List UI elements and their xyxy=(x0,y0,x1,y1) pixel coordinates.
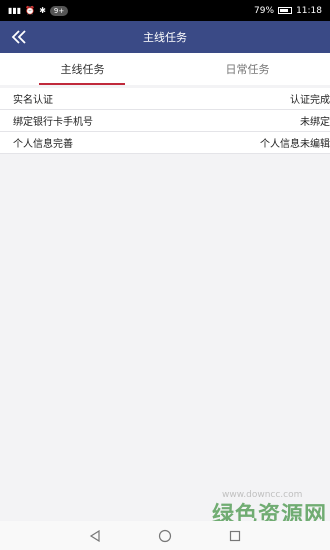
signal-icon: ▮▮▮ xyxy=(8,5,22,15)
square-recents-icon xyxy=(229,530,241,541)
status-right: 79% 11:18 xyxy=(254,6,322,16)
tab-daily-tasks[interactable]: 日常任务 xyxy=(165,53,330,85)
tab-main-tasks[interactable]: 主线任务 xyxy=(0,53,165,85)
task-name: 绑定银行卡手机号 xyxy=(13,117,93,128)
task-list: 实名认证 认证完成 绑定银行卡手机号 未绑定 个人信息完善 个人信息未编辑 xyxy=(0,88,330,154)
status-time: 11:18 xyxy=(296,5,322,16)
battery-percent: 79% xyxy=(254,5,275,16)
nav-back-button[interactable] xyxy=(86,527,104,545)
notification-badge: 9+ xyxy=(49,5,69,16)
task-row-bind-bank[interactable]: 绑定银行卡手机号 未绑定 xyxy=(0,110,330,132)
circle-home-icon xyxy=(158,529,172,542)
tab-label: 主线任务 xyxy=(60,63,105,76)
nav-home-button[interactable] xyxy=(156,527,174,545)
nav-recents-button[interactable] xyxy=(226,527,244,545)
triangle-back-icon xyxy=(89,529,100,542)
bluetooth-icon: ✱ xyxy=(39,5,46,15)
task-row-real-name[interactable]: 实名认证 认证完成 xyxy=(0,88,330,110)
tab-bar: 主线任务 日常任务 xyxy=(0,53,330,85)
task-status: 个人信息未编辑 xyxy=(260,139,330,150)
status-bar: ▮▮▮ ⏰ ✱ 9+ 79% 11:18 xyxy=(0,0,330,21)
page-title: 主线任务 xyxy=(143,31,187,44)
active-tab-indicator xyxy=(39,83,125,85)
task-row-profile[interactable]: 个人信息完善 个人信息未编辑 xyxy=(0,132,330,154)
system-nav-bar xyxy=(0,521,330,550)
task-name: 个人信息完善 xyxy=(13,139,73,150)
task-status: 未绑定 xyxy=(300,117,330,128)
tab-label: 日常任务 xyxy=(225,63,270,76)
status-left: ▮▮▮ ⏰ ✱ 9+ xyxy=(8,5,69,16)
double-chevron-left-icon xyxy=(11,30,26,44)
battery-icon xyxy=(278,7,293,14)
title-bar: 主线任务 xyxy=(0,21,330,53)
task-status: 认证完成 xyxy=(290,95,330,106)
alarm-icon: ⏰ xyxy=(25,5,36,15)
back-button[interactable] xyxy=(6,21,34,53)
task-name: 实名认证 xyxy=(13,95,53,106)
